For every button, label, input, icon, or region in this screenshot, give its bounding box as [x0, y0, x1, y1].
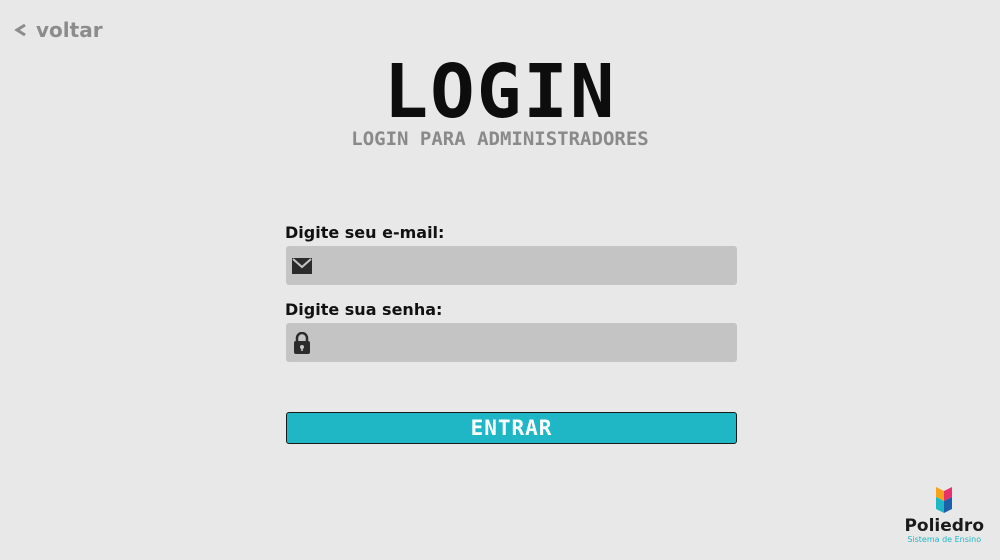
submit-button[interactable]: ENTRAR — [286, 412, 737, 444]
page-title: LOGIN — [383, 49, 617, 135]
email-label: Digite seu e-mail: — [285, 223, 445, 242]
back-link[interactable]: voltar — [14, 18, 103, 42]
lock-icon — [287, 323, 317, 362]
password-field[interactable] — [286, 323, 737, 362]
email-field[interactable] — [286, 246, 737, 285]
brand-name: Poliedro — [904, 516, 984, 536]
chevron-left-icon — [14, 23, 26, 37]
page-subtitle: LOGIN PARA ADMINISTRADORES — [351, 128, 649, 150]
password-label: Digite sua senha: — [285, 300, 443, 319]
poliedro-logo-icon — [936, 487, 953, 513]
envelope-icon — [287, 246, 317, 285]
password-input[interactable] — [317, 323, 737, 362]
brand-logo: Poliedro Sistema de Ensino — [904, 485, 984, 544]
back-label: voltar — [36, 18, 103, 42]
brand-tagline: Sistema de Ensino — [907, 535, 982, 544]
email-input[interactable] — [317, 246, 737, 285]
